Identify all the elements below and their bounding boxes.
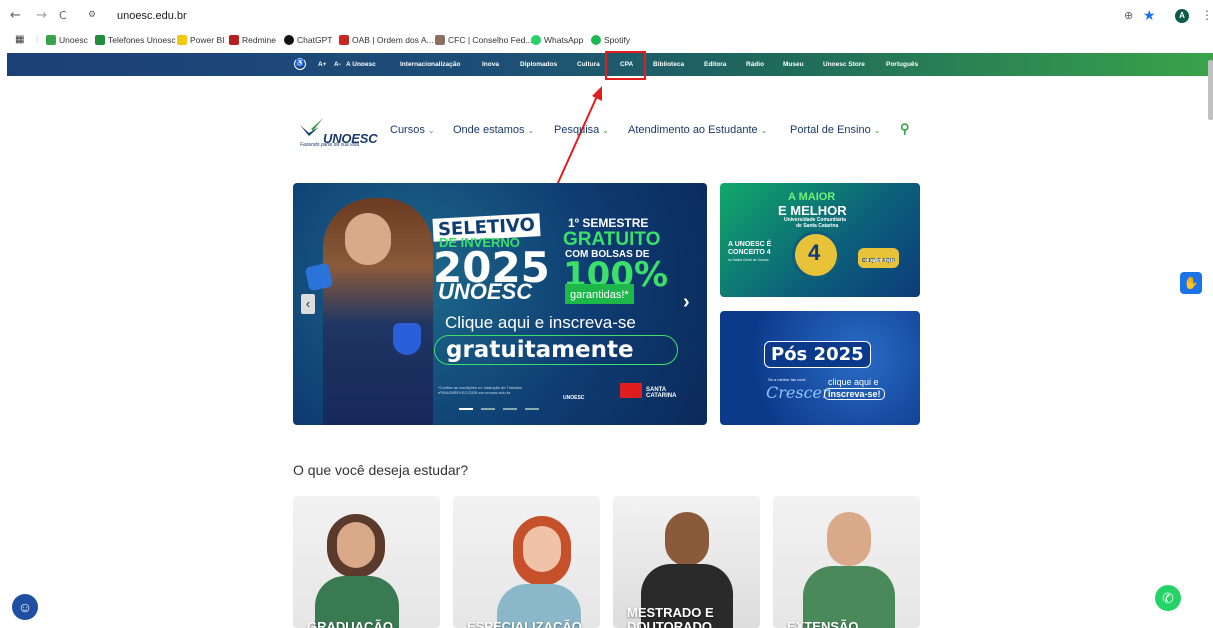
bookmark-whatsapp[interactable]: WhatsApp — [531, 35, 583, 45]
side1-t5: A UNOESC É — [728, 241, 772, 248]
menu-cursos[interactable]: Cursos ⌄ — [390, 124, 435, 136]
topbar-cultura[interactable]: Cultura — [577, 61, 600, 68]
hero-brand: UNOESC — [438, 279, 533, 304]
topbar-unoesc-store[interactable]: Unoesc Store — [823, 61, 865, 68]
side1-t1: A MAIOR — [788, 191, 836, 203]
side2-cta1: clique aqui e — [828, 377, 879, 387]
carousel-dot-3[interactable] — [503, 408, 517, 410]
menu-kebab-icon[interactable]: ⋮ — [1201, 8, 1213, 22]
logo-tagline: Fazendo parte da sua vida — [300, 142, 360, 148]
chevron-down-icon: ⌄ — [760, 126, 768, 135]
card-graduacao[interactable]: GRADUAÇÃO — [293, 496, 440, 628]
menu-portal-ensino[interactable]: Portal de Ensino ⌄ — [790, 124, 880, 136]
profile-avatar[interactable]: A — [1175, 9, 1189, 23]
cpa-highlight-box — [605, 51, 646, 80]
side1-t6: CONCEITO 4 — [728, 249, 771, 256]
carousel-dot-4[interactable] — [525, 408, 539, 410]
reload-button[interactable]: C — [59, 9, 67, 22]
zoom-icon[interactable]: ⊕ — [1124, 9, 1133, 22]
carousel-dot-2[interactable] — [481, 408, 495, 410]
address-bar[interactable]: ⚙ — [80, 5, 930, 27]
bookmark-powerbi[interactable]: Power BI — [177, 35, 225, 45]
back-button[interactable]: ← — [10, 8, 21, 23]
hero-footnote: *Confira as condições no Instrução de Tr… — [438, 385, 523, 395]
bookmark-star-icon[interactable]: ★ — [1143, 7, 1156, 24]
side2-cta2[interactable]: inscreva-se! — [824, 388, 885, 400]
url-text[interactable]: unoesc.edu.br — [117, 10, 187, 22]
card-label: ESPECIALIZAÇÃO — [467, 619, 582, 628]
carousel-dot-1[interactable] — [459, 408, 473, 410]
side1-t2: E MELHOR — [778, 203, 847, 218]
topbar-inova[interactable]: Inova — [482, 61, 499, 68]
side1-t4: de Santa Catarina — [796, 223, 839, 229]
topbar-diplomados[interactable]: Diplomados — [520, 61, 557, 68]
topbar-a-unoesc[interactable]: A Unoesc — [346, 61, 376, 68]
unoesc-logo-icon[interactable] — [299, 117, 325, 137]
chevron-down-icon: ⌄ — [873, 126, 881, 135]
card-label: GRADUAÇÃO — [307, 619, 393, 628]
topbar-editora[interactable]: Editora — [704, 61, 726, 68]
side2-title: Pós 2025 — [771, 344, 864, 365]
student-face — [345, 213, 391, 265]
card-especializacao[interactable]: ESPECIALIZAÇÃO — [453, 496, 600, 628]
bookmarks-bar: ▦ | Unoesc Telefones Unoesc Power BI Red… — [0, 32, 1213, 52]
carousel-prev-button[interactable]: ‹ — [301, 294, 315, 314]
carousel-next-button[interactable]: › — [683, 291, 690, 314]
calculator-icon — [304, 262, 334, 292]
chevron-down-icon: ⌄ — [427, 126, 435, 135]
card-label: MESTRADO E DOUTORADO — [627, 605, 714, 628]
search-icon[interactable]: ⚲ — [900, 121, 910, 137]
hero-cta-line1: Clique aqui e inscreva-se — [445, 313, 636, 332]
card-label: EXTENSÃO — [787, 619, 859, 628]
flask-icon — [393, 323, 421, 355]
side1-badge: 4 — [808, 240, 821, 265]
card-mestrado[interactable]: MESTRADO E DOUTORADO — [613, 496, 760, 628]
bookmark-cfc[interactable]: CFC | Conselho Fed... — [435, 35, 532, 45]
side2-crescer: Crescer — [766, 383, 830, 402]
hero-logo-unoesc: UNOESC — [563, 395, 585, 401]
page-scrollbar[interactable] — [1208, 60, 1213, 120]
chevron-down-icon: ⌄ — [527, 126, 535, 135]
hero-banner[interactable]: ‹ › SELETIVO DE INVERNO 2025 UNOESC 1º S… — [293, 183, 707, 425]
side2-sub1: Só a melhor faz você — [768, 377, 806, 382]
accessibility-icon[interactable]: ♿ — [294, 58, 306, 70]
topbar-internacionalizacao[interactable]: Internacionalização — [400, 61, 460, 68]
hero-garantidas: garantidas!* — [570, 289, 629, 301]
topbar-museu[interactable]: Museu — [783, 61, 804, 68]
card-extensao[interactable]: EXTENSÃO — [773, 496, 920, 628]
separator: | — [36, 34, 39, 44]
browser-toolbar: ← → C ⚙ unoesc.edu.br ⊕ ★ A ⋮ — [0, 0, 1213, 32]
hero-logo-sc: SANTA CATARINA — [646, 387, 677, 399]
side1-btn2: e saiba mais — [866, 258, 895, 264]
cookie-consent-button[interactable]: ☺ — [12, 594, 38, 620]
hero-semestre: 1º SEMESTRE — [568, 216, 649, 230]
bookmark-spotify[interactable]: Spotify — [591, 35, 630, 45]
apps-grid-icon[interactable]: ▦ — [15, 34, 24, 45]
hero-cta-line2: gratuitamente — [446, 337, 634, 363]
topbar-radio[interactable]: Rádio — [746, 61, 764, 68]
menu-onde-estamos[interactable]: Onde estamos ⌄ — [453, 124, 534, 136]
site-info-icon[interactable]: ⚙ — [88, 9, 96, 20]
pos-banner[interactable]: Pós 2025 Só a melhor faz você Crescer cl… — [720, 311, 920, 425]
whatsapp-chat-button[interactable]: ✆ — [1155, 585, 1181, 611]
menu-pesquisa[interactable]: Pesquisa ⌄ — [554, 124, 609, 136]
bookmark-unoesc[interactable]: Unoesc — [46, 35, 88, 45]
font-increase-link[interactable]: A+ — [318, 61, 327, 68]
bookmark-chatgpt[interactable]: ChatGPT — [284, 35, 332, 45]
vlibras-accessibility-button[interactable]: ✋ — [1180, 272, 1202, 294]
bookmark-oab[interactable]: OAB | Ordem dos A... — [339, 35, 434, 45]
font-decrease-link[interactable]: A- — [334, 61, 341, 68]
side1-t7: no Índice Geral de Cursos — [728, 258, 769, 262]
conceito-banner[interactable]: A MAIOR E MELHOR Universidade Comunitári… — [720, 183, 920, 297]
topbar-language[interactable]: Português — [886, 61, 918, 68]
bookmark-redmine[interactable]: Redmine — [229, 35, 276, 45]
bookmark-telefones[interactable]: Telefones Unoesc — [95, 35, 176, 45]
menu-atendimento[interactable]: Atendimento ao Estudante ⌄ — [628, 124, 767, 136]
topbar-biblioteca[interactable]: Biblioteca — [653, 61, 684, 68]
section-title: O que você deseja estudar? — [293, 462, 469, 478]
chevron-down-icon: ⌄ — [602, 126, 609, 135]
forward-button[interactable]: → — [36, 8, 47, 23]
hero-gratuito: GRATUITO — [563, 229, 661, 250]
